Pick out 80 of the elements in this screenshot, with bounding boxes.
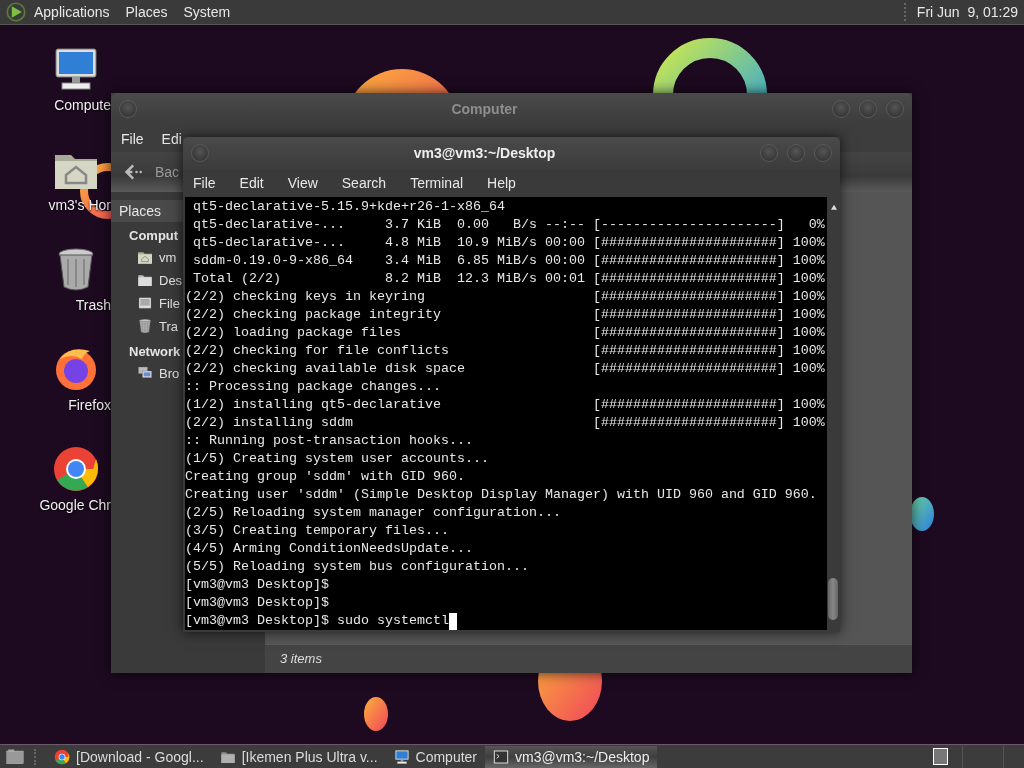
close-button[interactable] xyxy=(814,144,832,162)
close-button[interactable] xyxy=(886,100,904,118)
terminal-line: Total (2/2) 8.2 MiB 12.3 MiB/s 00:01 [######################] 100% xyxy=(192,270,825,288)
terminal-line: qt5-declarative-5.15.9+kde+r26-1-x86_64 xyxy=(192,198,505,216)
terminal-line: [vm3@vm3 Desktop]$ xyxy=(185,576,329,594)
scrollbar-thumb[interactable] xyxy=(828,578,838,620)
terminal-line: (3/5) Creating temporary files... xyxy=(185,522,449,540)
desktop-icon-label[interactable]: Compute xyxy=(54,97,111,113)
desktop-icon-label[interactable]: Google Chr xyxy=(39,497,111,513)
sidebar-section-label: Network xyxy=(128,343,181,361)
terminal-line: :: Running post-transaction hooks... xyxy=(185,432,473,450)
show-desktop-icon[interactable] xyxy=(4,747,26,766)
terminal-line: [vm3@vm3 Desktop]$ sudo systemctl xyxy=(185,612,449,630)
home-folder-icon xyxy=(137,249,153,265)
workspace-switcher[interactable] xyxy=(962,745,1004,768)
terminal-line: (2/2) installing sddm [######################] 100% xyxy=(185,414,825,432)
panel-menu[interactable]: Places xyxy=(125,4,168,20)
window-menu-button[interactable] xyxy=(119,100,137,118)
menu-item[interactable]: Terminal xyxy=(410,175,464,191)
menu-item[interactable]: View xyxy=(287,175,318,191)
folder-icon xyxy=(137,272,153,288)
terminal-icon xyxy=(493,748,509,765)
back-button[interactable]: Bac xyxy=(121,162,180,182)
sidebar-item[interactable]: File xyxy=(111,292,180,315)
menu-item[interactable]: File xyxy=(193,175,216,191)
clock[interactable]: Fri Jun 9, 01:29 xyxy=(916,4,1018,20)
text-cursor xyxy=(448,612,457,630)
terminal-line: [vm3@vm3 Desktop]$ xyxy=(185,594,329,612)
menu-item[interactable]: Edit xyxy=(239,175,264,191)
maximize-button[interactable] xyxy=(787,144,805,162)
terminal-line: (2/5) Reloading system manager configuration... xyxy=(185,504,561,522)
window-title: vm3@vm3:~/Desktop xyxy=(412,145,557,161)
taskbar-button[interactable]: [Ikemen Plus Ultra v... xyxy=(211,745,386,768)
panel-menu[interactable]: System xyxy=(183,4,231,20)
minimize-button[interactable] xyxy=(832,100,850,118)
menu-item[interactable]: File xyxy=(121,130,144,147)
sidebar-item[interactable]: Des xyxy=(111,269,183,292)
network-icon xyxy=(137,365,153,381)
scrollbar[interactable] xyxy=(827,197,840,630)
taskbar-button[interactable]: Computer xyxy=(385,745,485,768)
terminal-line: Creating user 'sddm' (Simple Desktop Display Manager) with UID 960 and GID 960. xyxy=(185,486,817,504)
menu-item[interactable]: Edi xyxy=(161,130,182,147)
terminal-line: (2/2) loading package files [######################] 100% xyxy=(185,324,825,342)
window-menu-button[interactable] xyxy=(191,144,209,162)
desktop-icon-label[interactable]: Firefox xyxy=(68,397,111,413)
sidebar-item[interactable]: vm xyxy=(111,246,177,269)
menu-item[interactable]: Help xyxy=(487,175,516,191)
chrome-icon xyxy=(54,748,70,765)
window-title: Computer xyxy=(450,101,519,117)
terminal-line: qt5-declarative-... 3.7 KiB 0.00 B/s --:-- [----------------------] 0% xyxy=(192,216,825,234)
menu-item[interactable]: Search xyxy=(341,175,387,191)
sidebar-section-label: Comput xyxy=(128,227,179,245)
chrome-icon[interactable] xyxy=(51,445,100,493)
taskbar-button[interactable]: vm3@vm3:~/Desktop xyxy=(485,745,658,768)
terminal-line: (5/5) Reloading system bus configuration... xyxy=(185,558,529,576)
drive-icon xyxy=(137,295,153,311)
status-text: 3 items xyxy=(265,644,912,673)
maximize-button[interactable] xyxy=(859,100,877,118)
terminal-line: (2/2) checking for file conflicts [######################] 100% xyxy=(185,342,825,360)
terminal-line: :: Processing package changes... xyxy=(185,378,441,396)
terminal-line: sddm-0.19.0-9-x86_64 3.4 MiB 6.85 MiB/s 00:00 [######################] 100% xyxy=(192,252,825,270)
terminal-line: qt5-declarative-... 4.8 MiB 10.9 MiB/s 00:00 [######################] 100% xyxy=(192,234,825,252)
scroll-up-icon xyxy=(828,203,839,211)
terminal-line: (2/2) checking keys in keyring [######################] 100% xyxy=(185,288,825,306)
terminal-line: (1/2) installing qt5-declarative [######################] 100% xyxy=(185,396,825,414)
taskbar-button[interactable]: [Download - Googl... xyxy=(46,745,212,768)
computer-icon xyxy=(393,748,410,765)
minimize-button[interactable] xyxy=(760,144,778,162)
desktop-icon-label[interactable]: Trash xyxy=(75,297,111,313)
terminal-line: (2/2) checking package integrity [######################] 100% xyxy=(185,306,825,324)
sidebar-item[interactable]: Tra xyxy=(111,315,179,338)
play-logo-icon[interactable] xyxy=(6,2,26,22)
panel-menu[interactable]: Applications xyxy=(34,4,110,20)
trash-icon xyxy=(137,318,153,334)
terminal-line: (1/5) Creating system user accounts... xyxy=(185,450,489,468)
terminal-line: Creating group 'sddm' with GID 960. xyxy=(185,468,465,486)
terminal-line: (2/2) checking available disk space [######################] 100% xyxy=(185,360,825,378)
terminal-line: (4/5) Arming ConditionNeedsUpdate... xyxy=(185,540,473,558)
sidebar-item[interactable]: Bro xyxy=(111,362,180,385)
sidebar-header: Places xyxy=(111,200,183,222)
